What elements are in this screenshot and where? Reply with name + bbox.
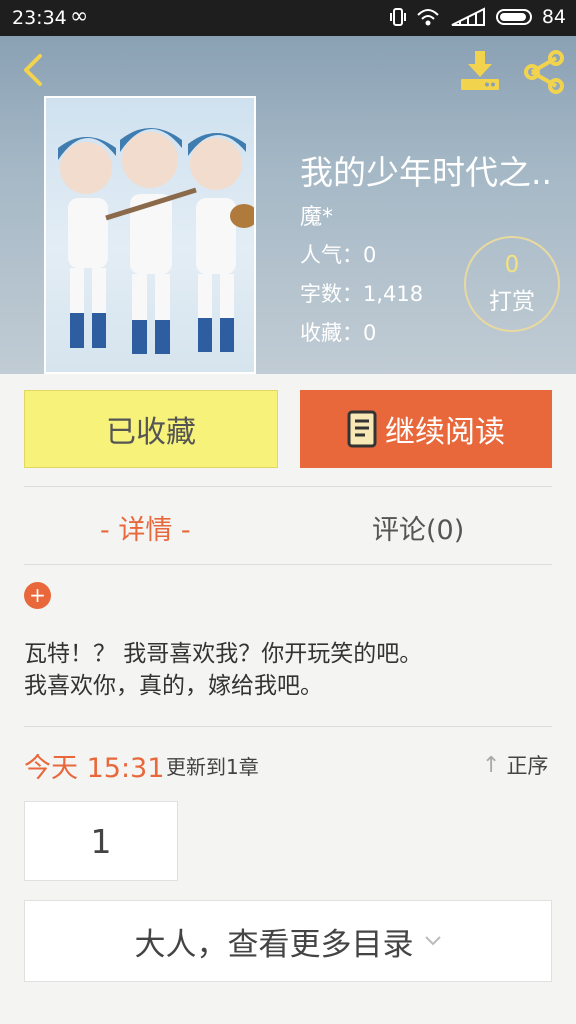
update-time: 今天 15:31 [24, 753, 165, 784]
sort-up-arrow-icon: ↑ [482, 752, 501, 778]
book-icon [347, 410, 377, 448]
stat-favorites-value: 0 [363, 321, 377, 345]
divider [24, 564, 552, 565]
infinity-icon: ∞ [70, 4, 89, 29]
divider [24, 726, 552, 727]
favorited-label: 已收藏 [106, 415, 196, 450]
sort-order-label: 正序 [506, 754, 549, 778]
tip-count: 0 [504, 252, 520, 278]
book-cover[interactable] [44, 96, 256, 374]
plus-icon[interactable]: + [24, 582, 51, 609]
cover-illustration [58, 128, 254, 354]
battery-icon [495, 9, 532, 25]
stat-word-count-value: 1,418 [363, 282, 424, 306]
tip-button[interactable]: 0 打赏 [464, 236, 560, 332]
signal-icon [451, 7, 485, 26]
description-line: 我喜欢你，真的，嫁给我吧。 [24, 673, 323, 699]
continue-reading-button[interactable]: 继续阅读 [300, 390, 552, 468]
book-header: 我的少年时代之.. 魔* 人气：0 字数：1,418 收藏：0 0 打赏 [0, 36, 576, 374]
stat-word-count-label: 字数： [300, 282, 363, 306]
more-catalog-button[interactable]: 大人，查看更多目录 [24, 900, 552, 982]
back-arrow-icon[interactable] [14, 50, 54, 90]
status-bar: 23:34 ∞ 84 [0, 0, 576, 36]
stat-popularity-label: 人气： [300, 243, 363, 267]
vibrate-icon [389, 8, 406, 26]
continue-reading-label: 继续阅读 [385, 415, 505, 450]
more-catalog-label: 大人，查看更多目录 [134, 926, 414, 963]
chapter-item[interactable]: 1 [24, 801, 178, 881]
tab-details[interactable]: - 详情 - [100, 508, 191, 547]
sort-order-button[interactable]: ↑ 正序 [482, 750, 548, 780]
chevron-down-icon [424, 936, 441, 946]
stat-popularity-value: 0 [363, 243, 377, 267]
favorited-button[interactable]: 已收藏 [24, 390, 278, 468]
wifi-icon [417, 9, 439, 26]
stat-favorites: 收藏：0 [300, 317, 376, 347]
battery-level: 84 [541, 6, 566, 28]
stat-word-count: 字数：1,418 [300, 278, 423, 308]
share-icon[interactable] [520, 48, 568, 96]
book-description: 瓦特！？ 我哥喜欢我？你开玩笑的吧。 我喜欢你，真的，嫁给我吧。 [24, 638, 552, 702]
status-time: 23:34 [12, 7, 67, 29]
book-title: 我的少年时代之.. [300, 153, 552, 192]
stat-popularity: 人气：0 [300, 239, 376, 269]
download-icon[interactable] [458, 48, 502, 92]
divider [24, 486, 552, 487]
tip-label: 打赏 [489, 289, 535, 315]
book-author[interactable]: 魔* [300, 199, 333, 231]
description-line: 瓦特！？ 我哥喜欢我？你开玩笑的吧。 [24, 641, 423, 667]
status-icons: 84 [389, 6, 566, 28]
tab-comments[interactable]: 评论(0) [372, 508, 464, 547]
stat-favorites-label: 收藏： [300, 321, 363, 345]
update-status: 更新到1章 [166, 755, 259, 779]
